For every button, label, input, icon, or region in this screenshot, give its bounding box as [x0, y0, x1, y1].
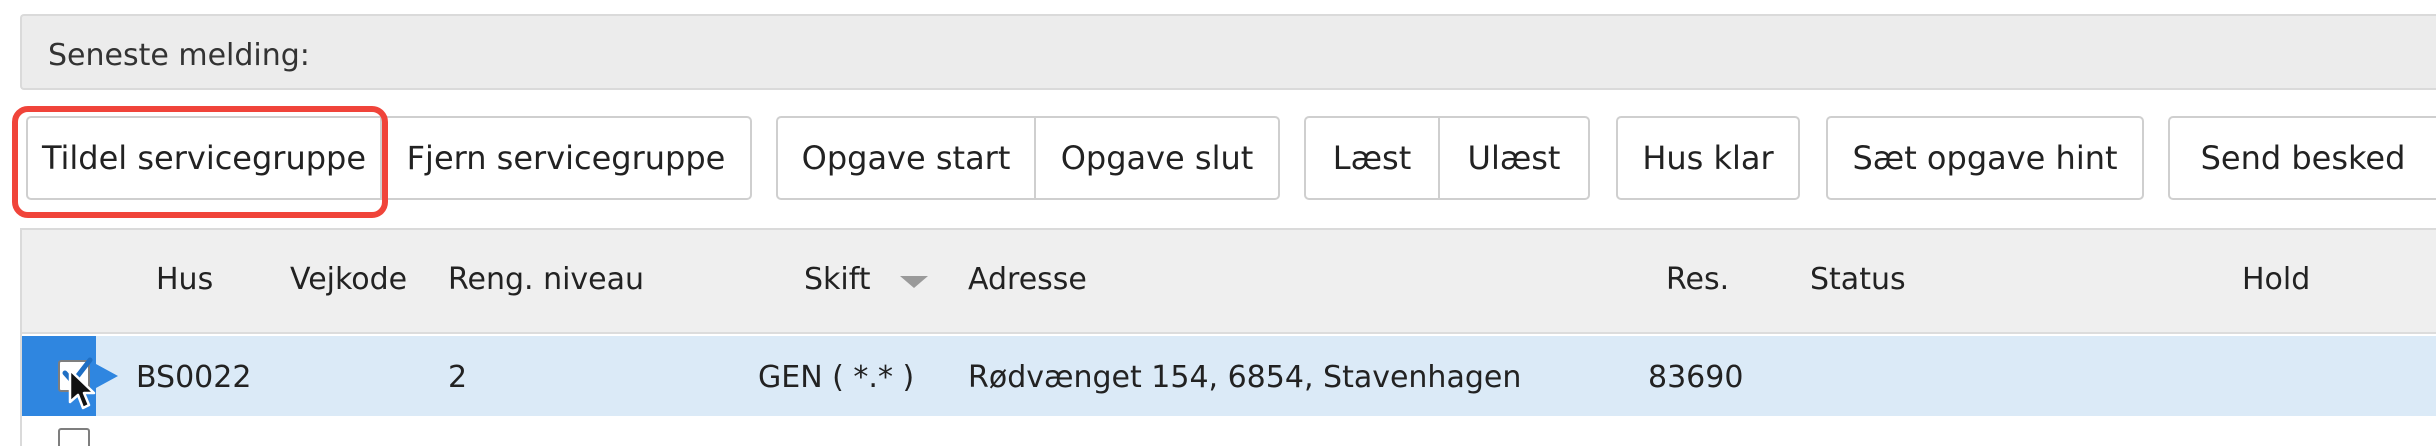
remove-service-group-button[interactable]: Fjern servicegruppe: [382, 116, 752, 200]
sort-desc-icon[interactable]: [900, 276, 928, 288]
cell-adresse: Rødvænget 154, 6854, Stavenhagen: [968, 360, 1522, 395]
column-header-adresse[interactable]: Adresse: [968, 262, 1087, 297]
column-header-status[interactable]: Status: [1810, 262, 1906, 297]
houses-grid: Hus Vejkode Reng. niveau Skift Adresse R…: [20, 228, 2436, 446]
assign-service-group-button[interactable]: Tildel servicegruppe: [26, 116, 382, 200]
column-header-res[interactable]: Res.: [1666, 262, 1729, 297]
table-row[interactable]: [22, 418, 2436, 446]
cell-reng-niveau: 2: [448, 360, 468, 395]
mark-read-button[interactable]: Læst: [1304, 116, 1440, 200]
row-checkbox[interactable]: [58, 428, 90, 446]
table-row[interactable]: BS0022 2 GEN ( *.* ) Rødvænget 154, 6854…: [22, 336, 2436, 416]
house-ready-button[interactable]: Hus klar: [1616, 116, 1800, 200]
task-end-button[interactable]: Opgave slut: [1036, 116, 1280, 200]
column-header-hold[interactable]: Hold: [2242, 262, 2310, 297]
mouse-cursor-icon: [68, 368, 96, 410]
column-header-hus[interactable]: Hus: [156, 262, 213, 297]
mark-unread-button[interactable]: Ulæst: [1440, 116, 1590, 200]
column-header-skift[interactable]: Skift: [804, 262, 871, 297]
column-header-vejkode[interactable]: Vejkode: [290, 262, 407, 297]
send-message-button[interactable]: Send besked: [2168, 116, 2436, 200]
task-start-button[interactable]: Opgave start: [776, 116, 1036, 200]
cell-hus: BS0022: [136, 360, 252, 395]
column-header-reng-niveau[interactable]: Reng. niveau: [448, 262, 644, 297]
cell-skift: GEN ( *.* ): [758, 360, 915, 395]
set-task-hint-button[interactable]: Sæt opgave hint: [1826, 116, 2144, 200]
cell-res: 83690: [1648, 360, 1744, 395]
grid-header: Hus Vejkode Reng. niveau Skift Adresse R…: [22, 230, 2436, 334]
latest-message-bar: Seneste melding:: [20, 14, 2436, 90]
latest-message-label: Seneste melding:: [48, 38, 310, 73]
